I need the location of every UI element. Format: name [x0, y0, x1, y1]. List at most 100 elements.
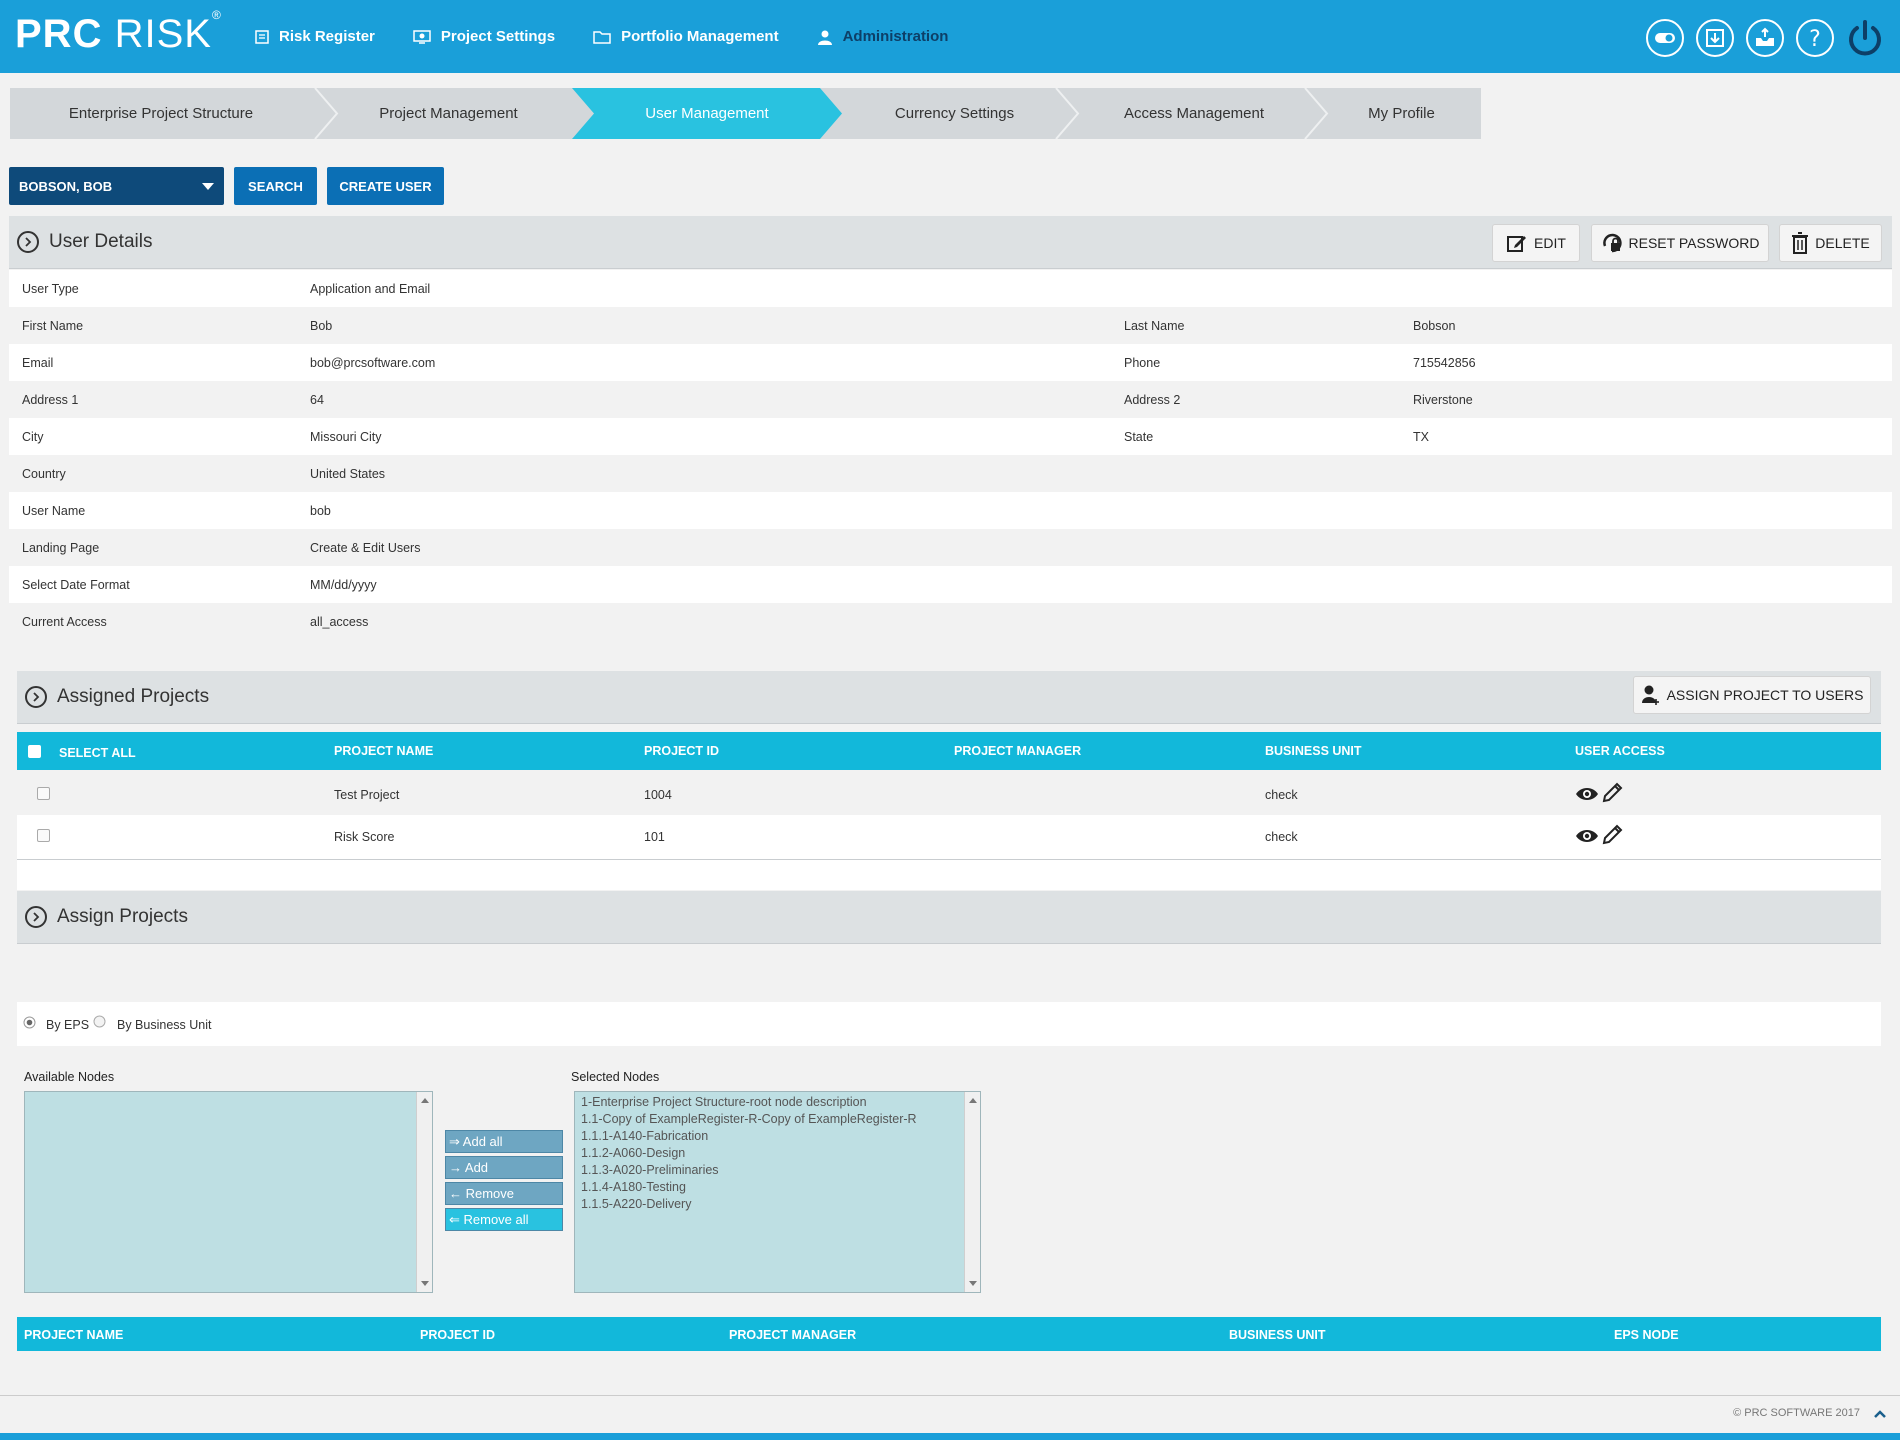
assigned-projects-table-header: SELECT ALL PROJECT NAME PROJECT ID PROJE…	[17, 732, 1881, 770]
list-item[interactable]: 1-Enterprise Project Structure-root node…	[575, 1094, 980, 1111]
available-nodes-list[interactable]	[24, 1091, 433, 1293]
copyright: © PRC SOFTWARE 2017	[1733, 1407, 1860, 1419]
radio-by-eps[interactable]	[23, 1016, 36, 1029]
logo[interactable]: PRC RISK®	[15, 8, 222, 57]
col-project-id[interactable]: PROJECT ID	[644, 744, 719, 758]
detail-row: Email bob@prcsoftware.com Phone 71554285…	[9, 344, 1892, 381]
selected-nodes-label: Selected Nodes	[571, 1070, 660, 1084]
delete-button[interactable]: DELETE	[1779, 224, 1882, 262]
download-box-icon[interactable]	[1695, 18, 1735, 58]
monitor-settings-icon	[413, 29, 431, 44]
create-user-button[interactable]: CREATE USER	[327, 167, 444, 205]
scroll-down-icon[interactable]	[421, 1281, 429, 1286]
svg-text:?: ?	[1809, 27, 1821, 52]
assigned-projects-header[interactable]: Assigned Projects	[17, 671, 1881, 724]
add-all-button[interactable]: ⇒ Add all	[445, 1130, 563, 1153]
tab-enterprise-project-structure[interactable]: Enterprise Project Structure	[10, 88, 312, 139]
table-spacer	[17, 860, 1881, 890]
assign-projects-header[interactable]: Assign Projects	[17, 891, 1881, 944]
list-item[interactable]: 1.1.4-A180-Testing	[575, 1179, 980, 1196]
nav-risk-register[interactable]: Risk Register	[255, 28, 375, 45]
remove-all-button[interactable]: ⇐ Remove all	[445, 1208, 563, 1231]
add-button[interactable]: → Add	[445, 1156, 563, 1179]
tab-currency-settings[interactable]: Currency Settings	[845, 88, 1064, 139]
trash-icon	[1792, 232, 1809, 254]
col-select-all[interactable]: SELECT ALL	[59, 746, 136, 760]
assign-project-to-users-button[interactable]: ASSIGN PROJECT TO USERS	[1633, 676, 1871, 714]
edit-pencil-icon[interactable]	[1601, 824, 1623, 846]
main-nav: Risk Register Project Settings Portfolio…	[255, 0, 986, 73]
col-user-access[interactable]: USER ACCESS	[1575, 744, 1665, 758]
scrollbar[interactable]	[416, 1092, 432, 1292]
row-checkbox[interactable]	[37, 787, 50, 800]
search-button[interactable]: SEARCH	[234, 167, 317, 205]
detail-row: Address 1 64 Address 2 Riverstone	[22, 393, 1473, 407]
list-item[interactable]: 1.1-Copy of ExampleRegister-R-Copy of Ex…	[575, 1111, 980, 1128]
nav-portfolio-management[interactable]: Portfolio Management	[593, 28, 779, 45]
toggle-icon[interactable]	[1645, 18, 1685, 58]
scrollbar[interactable]	[964, 1092, 980, 1292]
chevron-up-icon[interactable]	[1873, 1408, 1887, 1420]
folder-icon	[593, 30, 611, 44]
scroll-down-icon[interactable]	[969, 1281, 977, 1286]
detail-row: First Name Bob Last Name Bobson	[22, 319, 1456, 333]
chevron-right-circle-icon[interactable]	[25, 686, 47, 708]
tab-project-management[interactable]: Project Management	[332, 88, 565, 139]
detail-row: User Name bob	[9, 492, 1892, 529]
col-project-name[interactable]: PROJECT NAME	[24, 1328, 123, 1342]
edit-icon	[1507, 236, 1527, 252]
chevron-right-circle-icon[interactable]	[17, 231, 39, 253]
user-details-title: User Details	[49, 231, 153, 252]
detail-row: Country United States	[22, 467, 386, 481]
list-item[interactable]: 1.1.1-A140-Fabrication	[575, 1128, 980, 1145]
col-project-manager[interactable]: PROJECT MANAGER	[729, 1328, 856, 1342]
table-row: Test Project 1004 check	[17, 773, 1881, 815]
list-item[interactable]: 1.1.2-A060-Design	[575, 1145, 980, 1162]
selected-nodes-list[interactable]: 1-Enterprise Project Structure-root node…	[574, 1091, 981, 1293]
assign-projects-title: Assign Projects	[57, 906, 188, 927]
row-checkbox[interactable]	[37, 829, 50, 842]
detail-row: City Missouri City State TX	[9, 418, 1892, 455]
footer: © PRC SOFTWARE 2017	[0, 1395, 1900, 1433]
detail-row: User Type Application and Email	[9, 270, 1892, 307]
list-icon	[255, 29, 269, 44]
assigned-projects-title: Assigned Projects	[57, 686, 210, 707]
list-item[interactable]: 1.1.3-A020-Preliminaries	[575, 1162, 980, 1179]
help-icon[interactable]: ?	[1795, 18, 1835, 58]
table-row: Risk Score 101 check	[17, 815, 1881, 860]
user-select-dropdown[interactable]: BOBSON, BOB	[9, 167, 224, 205]
reset-password-button[interactable]: RESET PASSWORD	[1591, 224, 1769, 262]
col-eps-node[interactable]: EPS NODE	[1614, 1328, 1679, 1342]
remove-button[interactable]: ← Remove	[445, 1182, 563, 1205]
nav-project-settings[interactable]: Project Settings	[413, 28, 555, 45]
footer-bar	[0, 1433, 1900, 1440]
col-business-unit[interactable]: BUSINESS UNIT	[1265, 744, 1362, 758]
admin-tabs: Enterprise Project Structure Project Man…	[10, 88, 1481, 139]
power-icon[interactable]	[1845, 18, 1885, 58]
scroll-up-icon[interactable]	[969, 1098, 977, 1103]
edit-pencil-icon[interactable]	[1601, 782, 1623, 804]
scroll-up-icon[interactable]	[421, 1098, 429, 1103]
col-project-id[interactable]: PROJECT ID	[420, 1328, 495, 1342]
chevron-right-circle-icon[interactable]	[25, 906, 47, 928]
assign-projects-table-header: PROJECT NAME PROJECT ID PROJECT MANAGER …	[17, 1317, 1881, 1351]
user-icon	[817, 30, 832, 45]
radio-by-business-unit[interactable]	[93, 1015, 106, 1028]
tab-user-management[interactable]: User Management	[572, 88, 842, 139]
edit-button[interactable]: EDIT	[1492, 224, 1580, 262]
available-nodes-label: Available Nodes	[24, 1070, 115, 1084]
top-header: PRC RISK® Risk Register Project Settings…	[0, 0, 1900, 73]
tab-my-profile[interactable]: My Profile	[1322, 88, 1481, 139]
detail-row: Landing Page Create & Edit Users	[22, 541, 421, 555]
select-all-checkbox[interactable]	[28, 745, 41, 758]
list-item[interactable]: 1.1.5-A220-Delivery	[575, 1196, 980, 1213]
col-project-manager[interactable]: PROJECT MANAGER	[954, 744, 1081, 758]
view-eye-icon[interactable]	[1575, 786, 1599, 802]
tab-access-management[interactable]: Access Management	[1076, 88, 1312, 139]
col-business-unit[interactable]: BUSINESS UNIT	[1229, 1328, 1326, 1342]
nav-administration[interactable]: Administration	[817, 28, 948, 45]
header-icons: ?	[1635, 18, 1885, 58]
view-eye-icon[interactable]	[1575, 828, 1599, 844]
inbox-upload-icon[interactable]	[1745, 18, 1785, 58]
col-project-name[interactable]: PROJECT NAME	[334, 744, 433, 758]
